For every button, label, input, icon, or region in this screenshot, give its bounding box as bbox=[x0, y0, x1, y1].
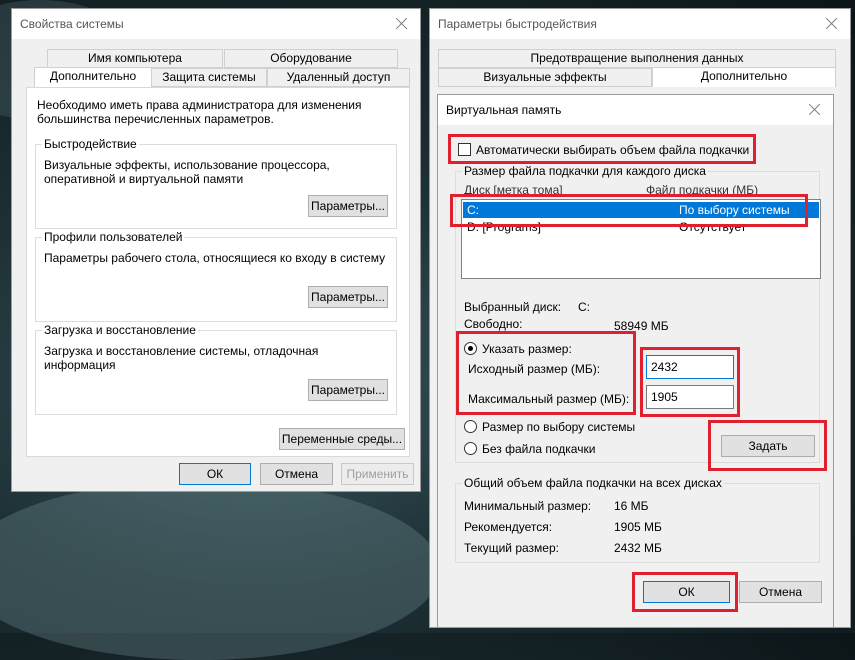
initial-size-label: Исходный размер (МБ): bbox=[468, 362, 601, 376]
current-size-label: Текущий размер: bbox=[464, 541, 559, 555]
system-managed-label: Размер по выбору системы bbox=[482, 420, 636, 434]
tab-visual-effects[interactable]: Визуальные эффекты bbox=[438, 68, 652, 87]
cancel-button[interactable]: Отмена bbox=[739, 581, 822, 603]
group-text: Визуальные эффекты, использование процес… bbox=[44, 158, 330, 186]
group-label: Загрузка и восстановление bbox=[42, 323, 198, 337]
min-size-label: Минимальный размер: bbox=[464, 499, 592, 513]
recommended-label: Рекомендуется: bbox=[464, 520, 553, 534]
tab-advanced[interactable]: Дополнительно bbox=[652, 67, 836, 87]
ok-button[interactable]: ОК bbox=[179, 463, 251, 485]
selected-disk-value: C: bbox=[578, 300, 590, 314]
dialog-title: Виртуальная память bbox=[446, 103, 562, 117]
column-paging-header: Файл подкачки (МБ) bbox=[646, 183, 759, 197]
min-size-value: 16 МБ bbox=[614, 499, 649, 513]
tab-system-protection[interactable]: Защита системы bbox=[151, 68, 267, 87]
custom-size-radio[interactable] bbox=[464, 342, 477, 355]
max-size-input[interactable]: 1905 bbox=[646, 385, 734, 409]
free-space-value: 58949 МБ bbox=[614, 319, 669, 333]
no-paging-label: Без файла подкачки bbox=[482, 442, 596, 456]
profiles-settings-button[interactable]: Параметры... bbox=[308, 286, 388, 308]
title-bar: Параметры быстродействия bbox=[430, 9, 850, 39]
drive-letter: D: [Programs] bbox=[467, 220, 542, 234]
tab-computer-name[interactable]: Имя компьютера bbox=[47, 49, 223, 68]
group-text: Параметры рабочего стола, относящиеся ко… bbox=[44, 251, 386, 265]
group-label: Размер файла подкачки для каждого диска bbox=[462, 164, 708, 178]
intro-text: Необходимо иметь права администратора дл… bbox=[37, 98, 362, 126]
group-label: Профили пользователей bbox=[42, 230, 185, 244]
startup-recovery-group: Загрузка и восстановление Загрузка и вос… bbox=[35, 323, 397, 415]
auto-manage-checkbox[interactable] bbox=[458, 143, 471, 156]
tab-hardware[interactable]: Оборудование bbox=[224, 49, 398, 68]
window-title: Свойства системы bbox=[20, 17, 124, 31]
system-managed-radio[interactable] bbox=[464, 420, 477, 433]
apply-button[interactable]: Применить bbox=[341, 463, 414, 485]
environment-variables-button[interactable]: Переменные среды... bbox=[279, 428, 405, 450]
selected-disk-label: Выбранный диск: bbox=[464, 300, 562, 314]
cancel-button[interactable]: Отмена bbox=[260, 463, 333, 485]
title-bar: Свойства системы bbox=[12, 9, 420, 39]
ok-button[interactable]: ОК bbox=[643, 581, 730, 603]
current-size-value: 2432 МБ bbox=[614, 541, 662, 555]
tab-dep[interactable]: Предотвращение выполнения данных bbox=[438, 49, 836, 68]
group-label: Быстродействие bbox=[42, 137, 139, 151]
drive-letter: C: bbox=[467, 203, 479, 217]
performance-group: Быстродействие Визуальные эффекты, испол… bbox=[35, 137, 397, 229]
max-size-label: Максимальный размер (МБ): bbox=[468, 392, 630, 406]
drive-list[interactable]: C: По выбору системы D: [Programs] Отсут… bbox=[461, 199, 821, 279]
tab-remote[interactable]: Удаленный доступ bbox=[267, 68, 410, 87]
list-item[interactable]: C: По выбору системы bbox=[463, 202, 819, 218]
free-space-label: Свободно: bbox=[464, 317, 523, 331]
list-item[interactable]: D: [Programs] Отсутствует bbox=[463, 219, 819, 235]
custom-size-label: Указать размер: bbox=[482, 342, 572, 356]
system-properties-window: Свойства системы Имя компьютера Оборудов… bbox=[11, 8, 421, 492]
startup-settings-button[interactable]: Параметры... bbox=[308, 379, 388, 401]
initial-size-input[interactable]: 2432 bbox=[646, 355, 734, 379]
no-paging-radio[interactable] bbox=[464, 442, 477, 455]
group-label: Общий объем файла подкачки на всех диска… bbox=[462, 476, 724, 490]
recommended-value: 1905 МБ bbox=[614, 520, 662, 534]
virtual-memory-dialog: Виртуальная память Автоматически выбират… bbox=[437, 94, 834, 628]
user-profiles-group: Профили пользователей Параметры рабочего… bbox=[35, 230, 397, 322]
drive-paging: По выбору системы bbox=[679, 203, 790, 217]
auto-manage-label: Автоматически выбирать объем файла подка… bbox=[476, 143, 750, 157]
title-bar: Виртуальная память bbox=[438, 95, 833, 125]
column-disk-header: Диск [метка тома] bbox=[464, 183, 563, 197]
close-icon[interactable] bbox=[805, 100, 825, 120]
close-icon[interactable] bbox=[822, 14, 842, 34]
group-text: Загрузка и восстановление системы, отлад… bbox=[44, 344, 319, 372]
background-wave bbox=[0, 480, 440, 660]
tab-advanced[interactable]: Дополнительно bbox=[34, 67, 152, 87]
set-button[interactable]: Задать bbox=[721, 435, 815, 457]
drive-paging: Отсутствует bbox=[679, 220, 747, 234]
tab-panel: Необходимо иметь права администратора дл… bbox=[26, 87, 410, 457]
close-icon[interactable] bbox=[392, 14, 412, 34]
performance-settings-button[interactable]: Параметры... bbox=[308, 195, 388, 217]
window-title: Параметры быстродействия bbox=[438, 17, 597, 31]
